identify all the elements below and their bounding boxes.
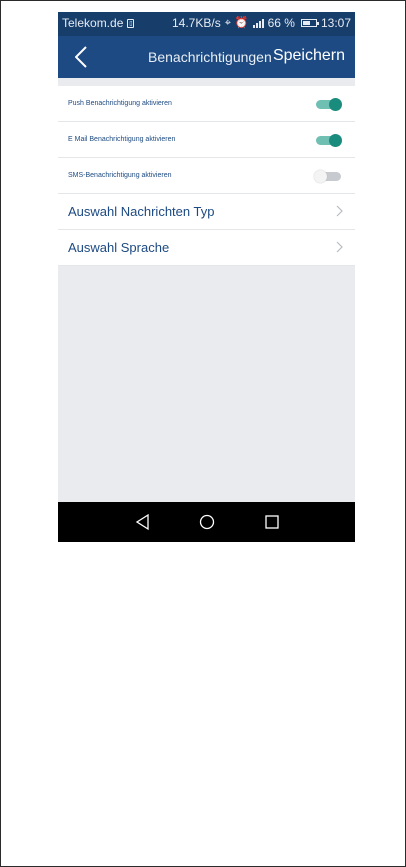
alarm-icon: ⏰ [234,17,249,29]
sms-toggle-row: SMS-Benachrichtigung aktivieren [58,158,355,194]
status-time: 13:07 [320,16,351,30]
push-toggle-label: Push Benachrichtigung aktivieren [68,100,172,107]
app-header: Benachrichtigungen Speichern [58,36,355,78]
message-type-row[interactable]: Auswahl Nachrichten Typ [58,194,355,230]
status-right: 14.7KB/s ⌖ ⏰ 66 % 13:07 [172,16,351,30]
list-top-spacer [58,78,355,86]
phone-screen: Telekom.de ▯ 14.7KB/s ⌖ ⏰ 66 % 13:07 Ben… [58,12,355,542]
sms-toggle-switch[interactable] [314,170,341,183]
language-label: Auswahl Sprache [68,240,170,255]
page-title: Benachrichtigungen [148,49,272,65]
vibrate-icon: ⌖ [224,17,231,29]
back-triangle-icon[interactable] [134,513,152,531]
chevron-left-icon [75,46,87,68]
message-type-label: Auswahl Nachrichten Typ [68,204,215,219]
status-left: Telekom.de ▯ [62,16,135,30]
back-button[interactable] [68,43,94,71]
email-toggle-switch[interactable] [316,134,342,147]
settings-list: Push Benachrichtigung aktivieren E Mail … [58,78,355,266]
battery-icon [300,19,319,27]
email-toggle-row: E Mail Benachrichtigung aktivieren [58,122,355,158]
email-toggle-label: E Mail Benachrichtigung aktivieren [68,136,176,143]
home-circle-icon[interactable] [198,513,216,531]
language-row[interactable]: Auswahl Sprache [58,230,355,266]
switch-thumb [329,134,342,147]
battery-fill [302,21,311,25]
switch-thumb [329,98,342,111]
chevron-right-icon [336,241,343,253]
network-speed: 14.7KB/s [172,16,221,30]
chevron-right-icon [336,205,343,217]
sms-toggle-label: SMS-Benachrichtigung aktivieren [68,172,172,179]
recents-square-icon[interactable] [263,513,281,531]
carrier-name: Telekom.de [62,16,124,30]
push-toggle-row: Push Benachrichtigung aktivieren [58,86,355,122]
save-button[interactable]: Speichern [273,47,345,65]
push-toggle-switch[interactable] [316,98,342,111]
sim-icon: ▯ [127,18,135,28]
battery-percent: 66 % [267,16,295,30]
status-bar: Telekom.de ▯ 14.7KB/s ⌖ ⏰ 66 % 13:07 [58,12,355,36]
android-nav-bar [58,502,355,542]
signal-icon [252,18,264,28]
switch-thumb [314,170,327,183]
